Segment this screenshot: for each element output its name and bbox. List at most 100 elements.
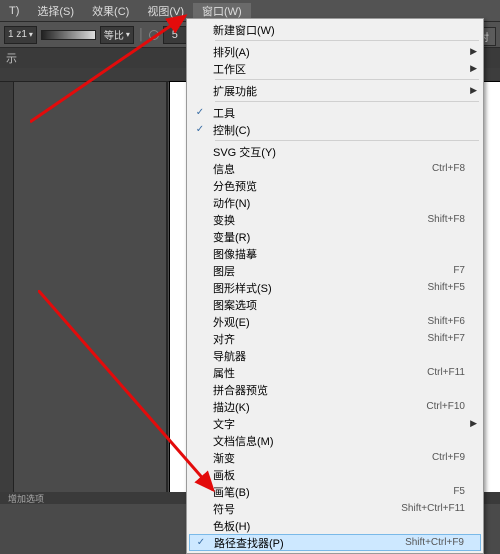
menu-item[interactable]: 动作(N) xyxy=(189,194,481,211)
menu-item[interactable]: 新建窗口(W) xyxy=(189,21,481,38)
menu-item[interactable]: ✓路径查找器(P)Shift+Ctrl+F9 xyxy=(189,534,481,551)
menu-item[interactable]: 渐变Ctrl+F9 xyxy=(189,449,481,466)
menu-item[interactable]: ✓工具 xyxy=(189,104,481,121)
menu-item-label: 新建窗口(W) xyxy=(211,22,481,38)
menu-shortcut: Ctrl+F8 xyxy=(432,163,481,174)
status-text: 增加选项 xyxy=(8,492,44,505)
menu-item-label: 变换 xyxy=(211,212,427,228)
menu-item-label: SVG 交互(Y) xyxy=(211,144,481,160)
menu-item-label: 变量(R) xyxy=(211,229,481,245)
menu-item[interactable]: ✓控制(C) xyxy=(189,121,481,138)
pane-separator[interactable] xyxy=(166,82,168,492)
menu-shortcut: F7 xyxy=(453,265,481,276)
menu-item-label: 图像描摹 xyxy=(211,246,481,262)
menu-item[interactable]: 拼合器预览 xyxy=(189,381,481,398)
menu-separator xyxy=(215,40,479,41)
divider: │ xyxy=(138,29,145,41)
menu-select[interactable]: 选择(S) xyxy=(28,3,83,19)
menu-item-label: 外观(E) xyxy=(211,314,427,330)
menu-item-label: 图层 xyxy=(211,263,453,279)
zoom-dropdown[interactable]: 1 z1 ▾ xyxy=(4,26,37,44)
menu-item[interactable]: 画笔(B)F5 xyxy=(189,483,481,500)
menu-shortcut: Ctrl+F11 xyxy=(427,367,481,378)
menu-separator xyxy=(215,79,479,80)
ruler-vertical xyxy=(0,82,14,492)
menu-item[interactable]: 符号Shift+Ctrl+F11 xyxy=(189,500,481,517)
menu-item[interactable]: 导航器 xyxy=(189,347,481,364)
menu-item[interactable]: 工作区▶ xyxy=(189,60,481,77)
menu-item-label: 控制(C) xyxy=(211,122,481,138)
chevron-down-icon: ▾ xyxy=(29,30,33,39)
menu-item-label: 图形样式(S) xyxy=(211,280,427,296)
menu-item[interactable]: SVG 交互(Y) xyxy=(189,143,481,160)
menu-item[interactable]: 画板 xyxy=(189,466,481,483)
menu-item[interactable]: 外观(E)Shift+F6 xyxy=(189,313,481,330)
menu-item-label: 描边(K) xyxy=(211,399,426,415)
check-icon: ✓ xyxy=(190,537,212,548)
scale-dropdown[interactable]: 等比 ▾ xyxy=(100,26,134,44)
scale-label: 等比 xyxy=(104,27,124,42)
menu-shortcut: F5 xyxy=(453,486,481,497)
menu-effect[interactable]: 效果(C) xyxy=(83,3,138,19)
menu-item-label: 扩展功能 xyxy=(211,83,481,99)
menu-item[interactable]: 文字▶ xyxy=(189,415,481,432)
menu-view[interactable]: 视图(V) xyxy=(138,3,193,19)
menu-separator xyxy=(215,101,479,102)
menu-item[interactable]: 属性Ctrl+F11 xyxy=(189,364,481,381)
menu-item[interactable]: 扩展功能▶ xyxy=(189,82,481,99)
menu-shortcut: Shift+Ctrl+F11 xyxy=(401,503,481,514)
menu-item-label: 属性 xyxy=(211,365,427,381)
menu-item-label: 工具 xyxy=(211,105,481,121)
window-menu-popup: 新建窗口(W)排列(A)▶工作区▶扩展功能▶✓工具✓控制(C)SVG 交互(Y)… xyxy=(186,18,484,554)
menu-t[interactable]: T) xyxy=(0,5,28,17)
menu-shortcut: Shift+F6 xyxy=(427,316,481,327)
menu-item-label: 信息 xyxy=(211,161,432,177)
menu-item-label: 导航器 xyxy=(211,348,481,364)
zoom-value: 1 z1 xyxy=(8,29,27,40)
menu-item-label: 色板(H) xyxy=(211,518,481,534)
menu-item-label: 符号 xyxy=(211,501,401,517)
menu-item-label: 动作(N) xyxy=(211,195,481,211)
menu-item[interactable]: 对齐Shift+F7 xyxy=(189,330,481,347)
chevron-right-icon: ▶ xyxy=(470,46,477,57)
points-input[interactable]: 5 xyxy=(163,26,187,44)
menu-item-label: 拼合器预览 xyxy=(211,382,481,398)
menu-item[interactable]: 排列(A)▶ xyxy=(189,43,481,60)
tab-title[interactable]: 示 xyxy=(6,50,17,66)
menu-item-label: 排列(A) xyxy=(211,44,481,60)
menu-item[interactable]: 图形样式(S)Shift+F5 xyxy=(189,279,481,296)
menu-item[interactable]: 描边(K)Ctrl+F10 xyxy=(189,398,481,415)
menu-item[interactable]: 信息Ctrl+F8 xyxy=(189,160,481,177)
chevron-right-icon: ▶ xyxy=(470,418,477,429)
menu-shortcut: Shift+Ctrl+F9 xyxy=(405,537,480,548)
shape-icon xyxy=(149,30,159,40)
menu-item[interactable]: 图层F7 xyxy=(189,262,481,279)
menu-item-label: 文档信息(M) xyxy=(211,433,481,449)
chevron-right-icon: ▶ xyxy=(470,85,477,96)
menu-item-label: 文字 xyxy=(211,416,481,432)
menu-shortcut: Ctrl+F9 xyxy=(432,452,481,463)
menu-item[interactable]: 图像描摹 xyxy=(189,245,481,262)
menu-item[interactable]: 变量(R) xyxy=(189,228,481,245)
chevron-right-icon: ▶ xyxy=(470,63,477,74)
menu-item[interactable]: 色板(H) xyxy=(189,517,481,534)
menu-shortcut: Shift+F7 xyxy=(427,333,481,344)
chevron-down-icon: ▾ xyxy=(126,30,130,39)
menu-shortcut: Shift+F5 xyxy=(427,282,481,293)
menu-item-label: 分色预览 xyxy=(211,178,481,194)
menu-item[interactable]: 分色预览 xyxy=(189,177,481,194)
menu-item-label: 路径查找器(P) xyxy=(212,535,405,551)
menu-item[interactable]: 文档信息(M) xyxy=(189,432,481,449)
menu-window[interactable]: 窗口(W) xyxy=(193,3,251,19)
menu-item-label: 对齐 xyxy=(211,331,427,347)
menu-item[interactable]: 图案选项 xyxy=(189,296,481,313)
menu-separator xyxy=(215,140,479,141)
menu-item[interactable]: 变换Shift+F8 xyxy=(189,211,481,228)
menu-item-label: 渐变 xyxy=(211,450,432,466)
check-icon: ✓ xyxy=(189,107,211,118)
menu-item-label: 画笔(B) xyxy=(211,484,453,500)
stroke-slider[interactable] xyxy=(41,30,96,40)
menu-item-label: 画板 xyxy=(211,467,481,483)
menu-shortcut: Ctrl+F10 xyxy=(426,401,481,412)
menu-shortcut: Shift+F8 xyxy=(427,214,481,225)
